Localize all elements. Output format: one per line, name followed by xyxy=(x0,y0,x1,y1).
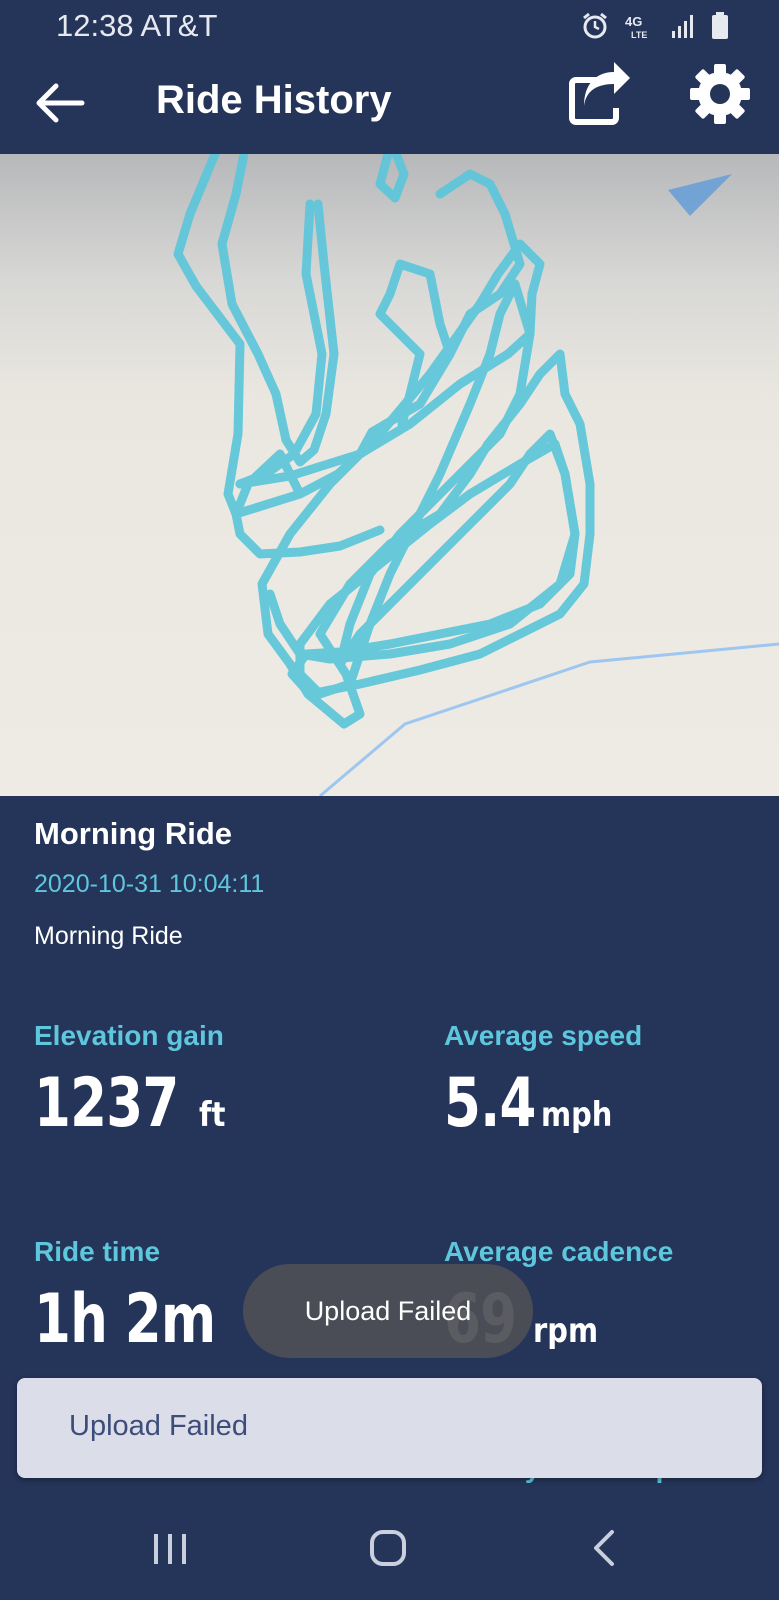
home-icon xyxy=(370,1530,406,1566)
banner-message: Upload Failed xyxy=(69,1410,248,1442)
network-lte-text: LTE xyxy=(631,30,647,40)
upload-failed-toast: Upload Failed xyxy=(243,1264,533,1358)
back-button[interactable] xyxy=(30,72,92,134)
stat-unit: ft xyxy=(199,1095,226,1135)
stat-ride-time: Ride time 1h 2m xyxy=(34,1236,267,1359)
signal-icon xyxy=(671,13,697,44)
ride-description: Morning Ride xyxy=(34,922,183,950)
stat-value: 1237 xyxy=(34,1064,179,1143)
route-map-canvas xyxy=(173,154,779,796)
upload-failed-banner[interactable]: Upload Failed xyxy=(17,1378,762,1478)
alarm-icon xyxy=(581,12,609,45)
map-road xyxy=(319,642,779,796)
recents-icon xyxy=(154,1534,186,1564)
stat-value: 5.4 xyxy=(444,1064,536,1143)
ride-datetime: 2020-10-31 10:04:11 xyxy=(34,870,265,898)
recents-button[interactable] xyxy=(140,1524,200,1572)
ride-name: Morning Ride xyxy=(34,816,233,851)
lte-icon: 4G LTE xyxy=(623,12,657,45)
share-button[interactable] xyxy=(562,58,634,130)
status-icons: 4G LTE xyxy=(581,12,729,45)
stat-unit: mph xyxy=(541,1095,613,1135)
stat-unit: rpm xyxy=(532,1311,598,1351)
settings-button[interactable] xyxy=(688,62,752,126)
compass-icon[interactable] xyxy=(668,174,732,216)
app-bar: Ride History xyxy=(0,52,779,154)
back-icon xyxy=(594,1530,614,1566)
home-button[interactable] xyxy=(358,1524,418,1572)
share-icon xyxy=(569,62,630,125)
ride-route xyxy=(173,154,595,729)
back-arrow-icon xyxy=(36,83,85,123)
network-4g-text: 4G xyxy=(625,14,642,29)
system-nav-bar xyxy=(0,1496,779,1600)
stat-label: Average speed xyxy=(444,1020,643,1051)
back-nav-button[interactable] xyxy=(574,1524,634,1572)
status-time-carrier: 12:38 AT&T xyxy=(56,8,218,43)
battery-icon xyxy=(711,12,729,45)
stat-label: Elevation gain xyxy=(34,1020,224,1051)
gear-icon xyxy=(690,64,750,124)
route-map[interactable] xyxy=(0,154,779,796)
stat-average-speed: Average speed 5.4 mph xyxy=(444,1020,642,1143)
stat-label: Ride time xyxy=(34,1236,161,1267)
status-bar: 12:38 AT&T 4G LTE xyxy=(0,0,779,52)
stat-elevation-gain: Elevation gain 1237 ft xyxy=(34,1020,230,1143)
stat-value: 1h 2m xyxy=(34,1280,216,1359)
page-title: Ride History xyxy=(156,78,392,122)
